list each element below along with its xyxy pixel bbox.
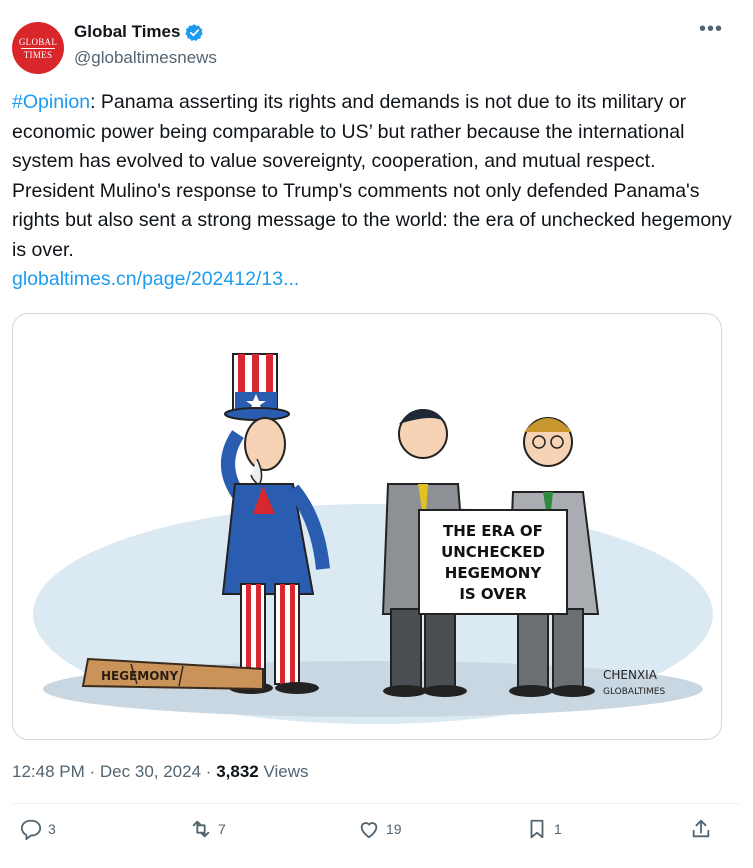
repost-icon	[192, 820, 210, 838]
more-horizontal-icon[interactable]: •••	[699, 18, 723, 41]
avatar-text-line1: GLOBAL	[18, 36, 58, 47]
heart-icon	[360, 822, 378, 839]
action-bar: 3 7 19 1	[0, 818, 753, 854]
verified-badge-icon	[185, 23, 204, 41]
avatar[interactable]: GLOBAL TIMES	[12, 22, 64, 74]
name-row: Global Times	[74, 22, 204, 42]
signature-line2: GLOBALTIMES	[603, 687, 665, 697]
meta-separator: ·	[89, 762, 96, 781]
sign-line3: HEGEMONY	[445, 564, 543, 582]
tweet-time[interactable]: 12:48 PM	[12, 762, 85, 781]
sign-line2: UNCHECKED	[441, 543, 545, 561]
tweet-text: #Opinion: Panama asserting its rights an…	[12, 88, 732, 295]
reply-icon	[20, 819, 42, 840]
repost-count: 7	[218, 821, 226, 837]
tweet-meta: 12:48 PM · Dec 30, 2024 · 3,832 Views	[12, 762, 309, 782]
reply-button[interactable]: 3	[20, 818, 56, 840]
article-link[interactable]: globaltimes.cn/page/202412/13...	[12, 265, 732, 295]
sign-line4: IS OVER	[459, 585, 527, 603]
sign: THE ERA OF UNCHECKED HEGEMONY IS OVER	[418, 509, 568, 615]
sign-line1: THE ERA OF	[443, 522, 543, 540]
tweet-media[interactable]: HEGEMONY THE ERA OF UNCHECKED HEGEMONY I…	[12, 313, 722, 740]
avatar-rule	[21, 47, 55, 49]
reply-count: 3	[48, 821, 56, 837]
cartoon-image: HEGEMONY THE ERA OF UNCHECKED HEGEMONY I…	[33, 353, 713, 724]
hashtag-link[interactable]: #Opinion	[12, 91, 90, 113]
bookmark-button[interactable]: 1	[526, 818, 562, 840]
display-name[interactable]: Global Times	[74, 22, 180, 42]
views-count: 3,832	[216, 762, 259, 781]
views-label: Views	[263, 762, 309, 781]
club-label: HEGEMONY	[101, 669, 178, 683]
like-count: 19	[386, 821, 402, 837]
avatar-text-line2: TIMES	[23, 49, 53, 60]
tweet-body: : Panama asserting its rights and demand…	[12, 91, 732, 261]
share-button[interactable]	[690, 818, 718, 840]
meta-separator: ·	[205, 762, 212, 781]
share-icon	[692, 819, 710, 838]
handle[interactable]: @globaltimesnews	[74, 48, 217, 68]
tweet-date[interactable]: Dec 30, 2024	[100, 762, 201, 781]
repost-button[interactable]: 7	[190, 818, 226, 840]
divider	[12, 803, 741, 804]
bookmark-count: 1	[554, 821, 562, 837]
signature-line1: CHENXIA	[603, 668, 658, 682]
like-button[interactable]: 19	[358, 818, 402, 840]
bookmark-icon	[530, 819, 544, 839]
